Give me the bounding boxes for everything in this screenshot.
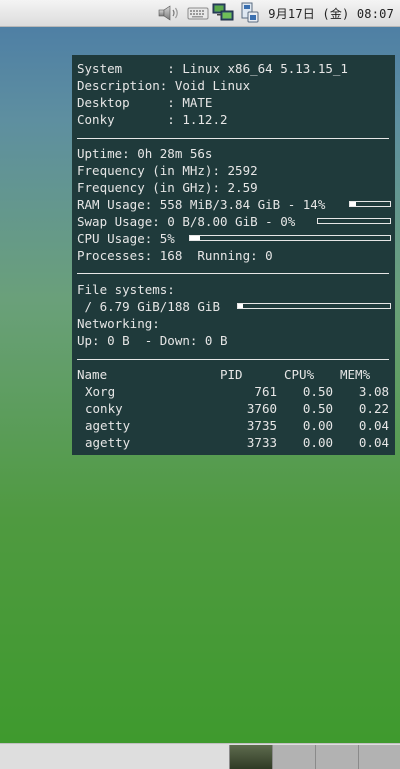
conky-version-line: Conky : 1.12.2 — [77, 112, 228, 127]
process-pid: 3733 — [246, 435, 277, 450]
processes-line: Processes: 168 Running: 0 — [77, 248, 273, 263]
process-cpu: 0.50 — [302, 401, 333, 416]
swap-usage-bar — [317, 218, 391, 224]
process-name: Xorg — [85, 384, 116, 399]
process-cpu: 0.00 — [302, 435, 333, 450]
bottom-panel — [0, 743, 400, 769]
top-panel: 9月17日 (金) 08:07 — [0, 0, 400, 27]
conky-window: System : Linux x86_64 5.13.15_1 Descript… — [72, 55, 395, 455]
process-pid: 3735 — [246, 418, 277, 433]
description-line: Description: Void Linux — [77, 78, 251, 93]
file-systems-heading: File systems: — [77, 282, 175, 297]
process-pid: 761 — [254, 384, 277, 399]
process-name: agetty — [85, 435, 131, 450]
process-table-header: Name PID CPU% MEM% — [77, 366, 389, 383]
workspace-4[interactable] — [358, 745, 400, 769]
divider — [77, 138, 389, 139]
pid-column-header: PID — [220, 367, 243, 382]
process-pid: 3760 — [246, 401, 277, 416]
ram-usage-line: RAM Usage: 558 MiB/3.84 GiB - 14% — [77, 197, 326, 212]
root-filesystem-line: / 6.79 GiB/188 GiB — [77, 299, 220, 314]
keyboard-icon[interactable] — [186, 3, 210, 23]
battery-icon[interactable] — [238, 2, 262, 23]
swap-usage-line: Swap Usage: 0 B/8.00 GiB - 0% — [77, 214, 296, 229]
workspace-2[interactable] — [272, 745, 315, 769]
process-mem: 0.22 — [358, 401, 389, 416]
network-traffic-line: Up: 0 B - Down: 0 B — [77, 333, 228, 348]
divider — [77, 359, 389, 360]
process-name: conky — [85, 401, 123, 416]
workspace-3[interactable] — [315, 745, 358, 769]
root-filesystem-bar-fill — [238, 304, 244, 308]
cpu-column-header: CPU% — [284, 367, 315, 382]
process-row: agetty 3733 0.00 0.04 — [77, 434, 389, 451]
frequency-mhz-line: Frequency (in MHz): 2592 — [77, 163, 258, 178]
process-row: Xorg 761 0.50 3.08 — [77, 383, 389, 400]
cpu-usage-bar-fill — [190, 236, 200, 240]
process-row: conky 3760 0.50 0.22 — [77, 400, 389, 417]
volume-icon[interactable] — [155, 3, 183, 23]
process-mem: 0.04 — [358, 418, 389, 433]
divider — [77, 273, 389, 274]
ram-usage-bar-fill — [350, 202, 356, 206]
process-row: agetty 3735 0.00 0.04 — [77, 417, 389, 434]
clock[interactable]: 9月17日 (金) 08:07 — [268, 5, 394, 22]
desktop-line: Desktop : MATE — [77, 95, 213, 110]
root-filesystem-bar — [237, 303, 391, 309]
process-name: agetty — [85, 418, 131, 433]
system-line: System : Linux x86_64 5.13.15_1 — [77, 61, 348, 76]
frequency-ghz-line: Frequency (in GHz): 2.59 — [77, 180, 258, 195]
network-icon[interactable] — [211, 3, 237, 23]
name-column-header: Name — [77, 367, 108, 382]
process-mem: 0.04 — [358, 435, 389, 450]
networking-heading: Networking: — [77, 316, 160, 331]
process-cpu: 0.50 — [302, 384, 333, 399]
ram-usage-bar — [349, 201, 391, 207]
workspace-1[interactable] — [229, 745, 272, 769]
uptime-line: Uptime: 0h 28m 56s — [77, 146, 213, 161]
process-mem: 3.08 — [358, 384, 389, 399]
mem-column-header: MEM% — [340, 367, 371, 382]
process-cpu: 0.00 — [302, 418, 333, 433]
cpu-usage-line: CPU Usage: 5% — [77, 231, 175, 246]
cpu-usage-bar — [189, 235, 391, 241]
